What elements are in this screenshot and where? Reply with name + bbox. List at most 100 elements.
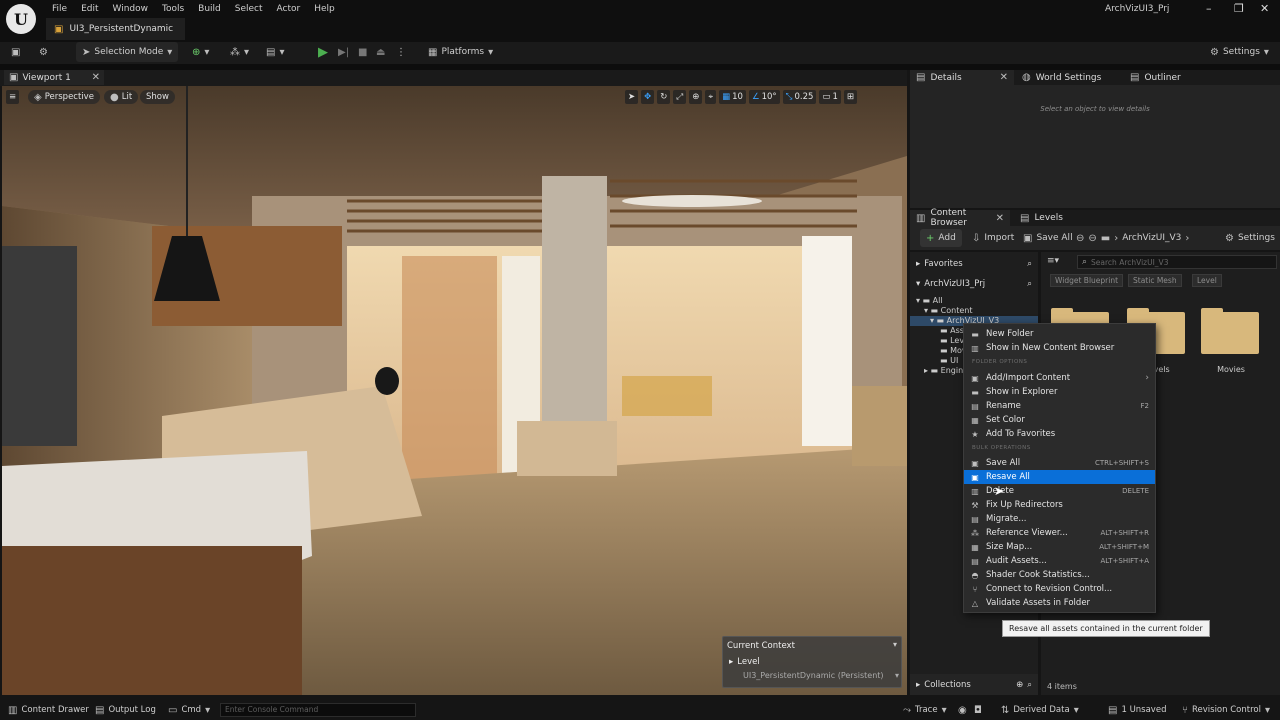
scale-tool-icon[interactable]: ⤢ bbox=[673, 90, 687, 104]
cb-settings-button[interactable]: ⚙ Settings bbox=[1225, 229, 1275, 247]
blueprint-button[interactable]: ⁂ ▾ bbox=[230, 42, 249, 62]
add-actor-button[interactable]: ⊕ ▾ bbox=[192, 42, 209, 62]
menu-delete[interactable]: ▥ Delete DELETE bbox=[964, 484, 1155, 498]
menu-actor[interactable]: Actor bbox=[270, 4, 308, 14]
menu-edit[interactable]: Edit bbox=[74, 4, 105, 14]
close-window-icon[interactable]: ✕ bbox=[1260, 2, 1269, 15]
menu-rename[interactable]: ▤ Rename F2 bbox=[964, 399, 1155, 413]
minimize-icon[interactable]: – bbox=[1206, 2, 1212, 15]
menu-build[interactable]: Build bbox=[191, 4, 228, 14]
lit-button[interactable]: ● Lit bbox=[104, 90, 139, 104]
filter-button[interactable]: ≡▾ bbox=[1047, 256, 1059, 266]
menu-migrate[interactable]: ▤ Migrate... bbox=[964, 512, 1155, 526]
cinematics-button[interactable]: ▤ ▾ bbox=[266, 42, 284, 62]
perspective-button[interactable]: ◈ Perspective bbox=[28, 90, 100, 104]
menu-select[interactable]: Select bbox=[228, 4, 270, 14]
add-collection-icon[interactable]: ⊕ bbox=[1016, 680, 1023, 690]
select-tool-icon[interactable]: ➤ bbox=[625, 90, 639, 104]
filter-level[interactable]: Level bbox=[1192, 274, 1222, 287]
menu-show-in-new-content-browser[interactable]: ▥ Show in New Content Browser bbox=[964, 341, 1155, 355]
close-icon[interactable]: ✕ bbox=[996, 213, 1004, 224]
menu-size-map[interactable]: ▦ Size Map... ALT+SHIFT+M bbox=[964, 540, 1155, 554]
close-icon[interactable]: ✕ bbox=[1000, 72, 1008, 83]
play-button[interactable]: ▶ bbox=[318, 42, 328, 62]
revision-control-button[interactable]: ⑂ Revision Control ▾ bbox=[1182, 700, 1270, 720]
play-options-icon[interactable]: ⋮ bbox=[396, 42, 406, 62]
maximize-viewport-icon[interactable]: ⊞ bbox=[843, 90, 857, 104]
platforms-button[interactable]: ▦ Platforms ▾ bbox=[428, 42, 493, 62]
scale-snap-button[interactable]: ⤡ 0.25 bbox=[782, 90, 817, 104]
add-button[interactable]: + Add bbox=[920, 229, 962, 247]
menu-audit-assets[interactable]: ▤ Audit Assets... ALT+SHIFT+A bbox=[964, 554, 1155, 568]
path-segment[interactable]: ArchVizUI_V3 bbox=[1122, 233, 1181, 243]
surface-snap-icon[interactable]: ⌖ bbox=[705, 90, 717, 104]
rotate-tool-icon[interactable]: ↻ bbox=[657, 90, 671, 104]
eject-button[interactable]: ⏏ bbox=[376, 42, 385, 62]
selection-mode-button[interactable]: ➤ Selection Mode ▾ bbox=[76, 42, 179, 62]
viewport-tab[interactable]: ▣ Viewport 1 ✕ bbox=[4, 70, 104, 85]
save-icon[interactable]: ▣ bbox=[11, 42, 20, 62]
menu-tools[interactable]: Tools bbox=[155, 4, 191, 14]
content-drawer-button[interactable]: ▥ Content Drawer bbox=[8, 700, 89, 720]
step-button[interactable]: ▶| bbox=[338, 42, 349, 62]
search-icon[interactable]: ⌕ bbox=[1027, 279, 1032, 289]
show-button[interactable]: Show bbox=[140, 90, 175, 104]
search-input[interactable]: ⌕ Search ArchVizUI_V3 bbox=[1077, 255, 1277, 269]
console-input[interactable]: Enter Console Command bbox=[220, 703, 416, 717]
viewport-scene[interactable] bbox=[2, 86, 907, 695]
menu-connect-revision-control[interactable]: ⑂ Connect to Revision Control... bbox=[964, 582, 1155, 596]
forward-icon[interactable]: ⊖ bbox=[1088, 233, 1096, 244]
world-space-icon[interactable]: ⊕ bbox=[689, 90, 703, 104]
menu-save-all[interactable]: ▣ Save All CTRL+SHIFT+S bbox=[964, 456, 1155, 470]
tab-content-browser[interactable]: ▥ Content Browser ✕ bbox=[910, 208, 1010, 228]
grid-snap-button[interactable]: ▦ 10 bbox=[719, 90, 746, 104]
tab-outliner[interactable]: ▤ Outliner bbox=[1124, 70, 1187, 85]
camera-icon[interactable]: ◘ bbox=[974, 700, 982, 720]
menu-help[interactable]: Help bbox=[307, 4, 342, 14]
stop-button[interactable]: ■ bbox=[358, 42, 367, 62]
menu-shader-cook-statistics[interactable]: ◓ Shader Cook Statistics... bbox=[964, 568, 1155, 582]
menu-set-color[interactable]: ▦ Set Color bbox=[964, 413, 1155, 427]
settings-button[interactable]: ⚙ Settings ▾ bbox=[1210, 42, 1269, 62]
trace-button[interactable]: ⤳ Trace ▾ bbox=[903, 700, 947, 720]
cmd-button[interactable]: ▭ Cmd ▾ bbox=[168, 700, 210, 720]
viewport-menu-icon[interactable]: ≡ bbox=[6, 90, 20, 104]
save-all-button[interactable]: ▣ Save All bbox=[1023, 229, 1073, 247]
derived-data-button[interactable]: ⇅ Derived Data ▾ bbox=[1001, 700, 1079, 720]
menu-add-import-content[interactable]: ▣ Add/Import Content › bbox=[964, 371, 1155, 385]
context-level-select[interactable]: UI3_PersistentDynamic (Persistent) ▾ bbox=[743, 671, 899, 680]
translate-tool-icon[interactable]: ✥ bbox=[641, 90, 655, 104]
close-icon[interactable]: ✕ bbox=[92, 72, 100, 83]
back-icon[interactable]: ⊖ bbox=[1076, 233, 1084, 244]
import-button[interactable]: ⇩ Import bbox=[972, 229, 1014, 247]
tree-item-all[interactable]: ▾ ▬ All bbox=[910, 296, 1038, 306]
menu-fix-up-redirectors[interactable]: ⚒ Fix Up Redirectors bbox=[964, 498, 1155, 512]
search-icon[interactable]: ⌕ bbox=[1027, 259, 1032, 269]
unreal-logo-icon[interactable]: U bbox=[6, 4, 36, 34]
search-icon[interactable]: ⌕ bbox=[1027, 680, 1032, 690]
filter-widget-blueprint[interactable]: Widget Blueprint bbox=[1050, 274, 1124, 287]
content-icon[interactable]: ⚙ bbox=[39, 42, 48, 62]
menu-show-in-explorer[interactable]: ▬ Show in Explorer bbox=[964, 385, 1155, 399]
menu-validate-assets[interactable]: △ Validate Assets in Folder bbox=[964, 596, 1155, 610]
collections-header[interactable]: ▸ Collections ⊕ ⌕ bbox=[910, 674, 1038, 695]
maximize-icon[interactable]: ❐ bbox=[1234, 2, 1244, 15]
menu-new-folder[interactable]: ▬ New Folder bbox=[964, 327, 1155, 341]
level-tab[interactable]: ▣ UI3_PersistentDynamic bbox=[46, 18, 186, 40]
menu-file[interactable]: File bbox=[45, 4, 74, 14]
tab-details[interactable]: ▤ Details ✕ bbox=[910, 70, 1014, 85]
menu-reference-viewer[interactable]: ⁂ Reference Viewer... ALT+SHIFT+R bbox=[964, 526, 1155, 540]
tab-world-settings[interactable]: ◍ World Settings bbox=[1016, 70, 1107, 85]
unsaved-button[interactable]: ▤ 1 Unsaved bbox=[1108, 700, 1166, 720]
menu-resave-all[interactable]: ▣ Resave All bbox=[964, 470, 1155, 484]
output-log-button[interactable]: ▤ Output Log bbox=[95, 700, 156, 720]
filter-static-mesh[interactable]: Static Mesh bbox=[1128, 274, 1182, 287]
collapse-icon[interactable]: ▾ bbox=[893, 640, 897, 649]
project-header[interactable]: ▾ ArchVizUI3_Prj ⌕ bbox=[916, 279, 1032, 289]
tab-levels[interactable]: ▤ Levels bbox=[1014, 210, 1069, 226]
menu-window[interactable]: Window bbox=[106, 4, 156, 14]
rotation-snap-button[interactable]: ∠ 10° bbox=[748, 90, 780, 104]
menu-add-to-favorites[interactable]: ★ Add To Favorites bbox=[964, 427, 1155, 441]
tree-item-content[interactable]: ▾ ▬ Content bbox=[910, 306, 1038, 316]
favorites-header[interactable]: ▸ Favorites ⌕ bbox=[916, 259, 1032, 269]
